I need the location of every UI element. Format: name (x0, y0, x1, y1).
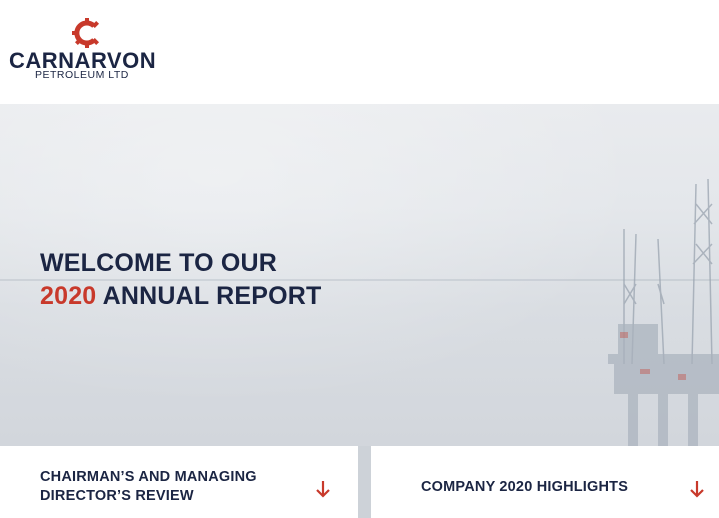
hero-banner: WELCOME TO OUR 2020 ANNUAL REPORT (0, 104, 719, 446)
hero-title-line2-text: ANNUAL REPORT (96, 282, 322, 310)
hero-year: 2020 (40, 282, 97, 310)
report-sections: CHAIRMAN’S AND MANAGING DIRECTOR’S REVIE… (0, 446, 719, 518)
company-logo[interactable]: CARNARVON PETROLEUM LTD (0, 0, 180, 104)
gear-c-logo-icon (72, 18, 102, 48)
arrow-down-icon (316, 481, 330, 498)
chairman-review-card[interactable]: CHAIRMAN’S AND MANAGING DIRECTOR’S REVIE… (0, 446, 358, 518)
hero-title-line1: WELCOME TO OUR (40, 249, 278, 277)
site-header: CARNARVON PETROLEUM LTD (0, 0, 719, 104)
chairman-review-label: CHAIRMAN’S AND MANAGING DIRECTOR’S REVIE… (40, 469, 257, 504)
oil-rig-image (608, 178, 719, 446)
company-highlights-card[interactable]: COMPANY 2020 HIGHLIGHTS (371, 446, 719, 518)
hero-title-line2: 2020 ANNUAL REPORT (40, 280, 321, 313)
arrow-down-icon (690, 481, 704, 498)
company-highlights-label: COMPANY 2020 HIGHLIGHTS (421, 479, 629, 495)
hero-title: WELCOME TO OUR 2020 ANNUAL REPORT (40, 247, 321, 313)
company-subtitle: PETROLEUM LTD (35, 69, 129, 81)
